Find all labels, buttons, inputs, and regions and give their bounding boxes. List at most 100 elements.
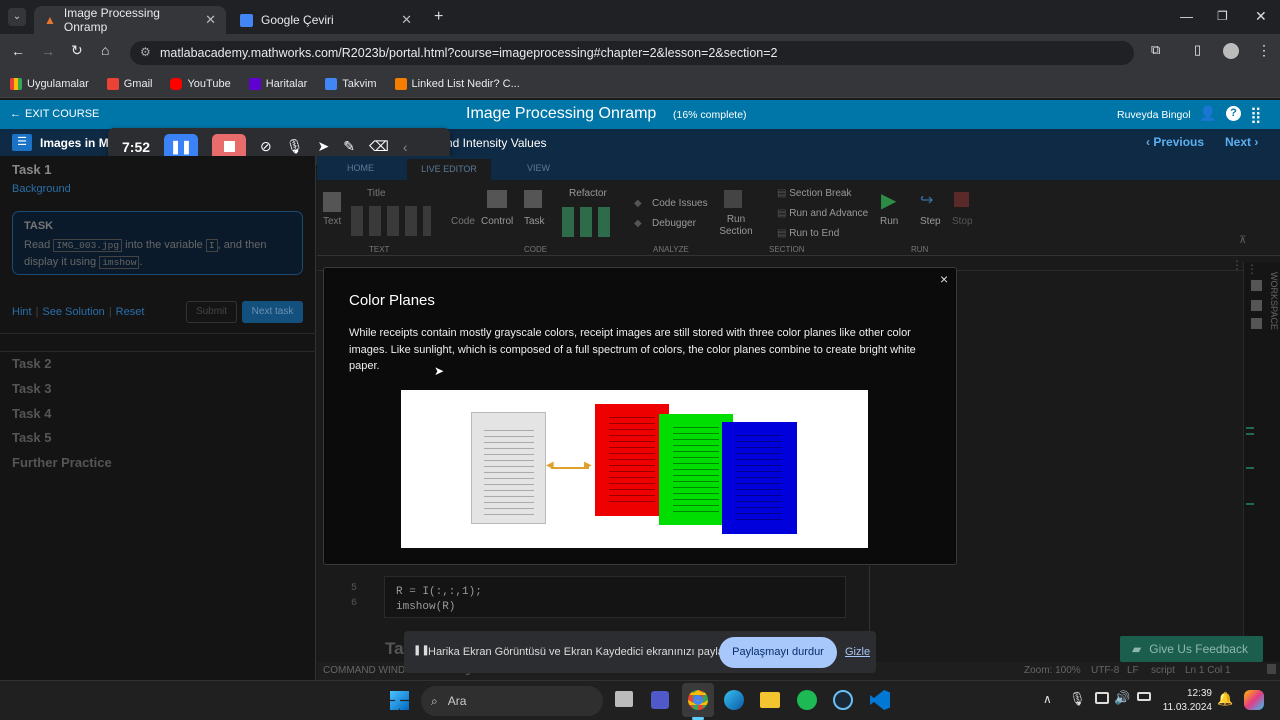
text-format-icons[interactable]	[351, 206, 431, 236]
microphone-icon[interactable]: 🎙	[286, 138, 304, 155]
close-tab-icon[interactable]: ✕	[205, 12, 216, 28]
next-link[interactable]: Next ›	[1225, 135, 1258, 149]
task-2-heading[interactable]: Task 2	[12, 356, 52, 371]
forward-icon[interactable]: →	[41, 43, 55, 59]
close-window-icon[interactable]: ✕	[1255, 8, 1267, 25]
apps-grid-icon[interactable]: ⣿	[1250, 105, 1262, 125]
clock[interactable]: 12:39 11.03.2024	[1160, 687, 1212, 715]
see-solution-link[interactable]: See Solution	[42, 306, 104, 318]
task-button[interactable]: Task	[524, 216, 545, 227]
previous-link[interactable]: ‹ Previous	[1146, 135, 1204, 149]
extensions-icon[interactable]: ⧉	[1151, 42, 1160, 58]
task-1-heading[interactable]: Task 1	[12, 162, 52, 177]
copilot-icon[interactable]	[1244, 690, 1264, 710]
hint-link[interactable]: Hint	[12, 306, 32, 318]
bookmark-maps[interactable]: Haritalar	[248, 77, 307, 90]
chrome-icon[interactable]	[688, 690, 708, 710]
text-button[interactable]: Text	[323, 216, 341, 227]
home-icon[interactable]: ⌂	[101, 42, 109, 58]
teams-icon[interactable]	[651, 691, 669, 709]
menu-icon[interactable]: ☰	[12, 134, 32, 151]
back-icon[interactable]: ←	[11, 43, 25, 59]
code-block[interactable]: R = I(:,:,1); imshow(R)	[384, 576, 846, 618]
tab-search-icon[interactable]: ⌄	[8, 8, 26, 26]
reload-icon[interactable]: ↻	[71, 42, 83, 59]
task-5-heading[interactable]: Task 5	[12, 430, 52, 445]
profile-avatar[interactable]	[1223, 43, 1239, 59]
tab-image-processing[interactable]: ▲ Image Processing Onramp ✕	[34, 6, 226, 34]
output-icon[interactable]	[1251, 318, 1262, 329]
cursor-icon[interactable]: ➤	[318, 138, 330, 155]
show-hidden-icons-icon[interactable]: ∧	[1043, 692, 1052, 706]
start-button-icon[interactable]	[390, 691, 409, 710]
bookmark-gmail[interactable]: Gmail	[106, 77, 152, 90]
notification-bell-icon[interactable]: 🔔	[1217, 691, 1233, 707]
spotify-icon[interactable]	[797, 690, 817, 710]
close-tab-icon[interactable]: ✕	[401, 12, 412, 28]
network-icon[interactable]	[1095, 692, 1109, 704]
control-button[interactable]: Control	[481, 216, 513, 227]
bookmark-youtube[interactable]: YouTube	[170, 77, 231, 90]
options-kebab-icon[interactable]: ⋮	[1246, 262, 1258, 276]
figures-icon[interactable]	[1251, 300, 1262, 311]
further-practice-heading[interactable]: Further Practice	[12, 455, 112, 470]
minimize-icon[interactable]: —	[1180, 9, 1193, 24]
reset-link[interactable]: Reset	[116, 306, 145, 318]
debugger-button[interactable]: Debugger	[652, 218, 696, 229]
hide-link[interactable]: Gizle	[845, 646, 870, 658]
new-tab-icon[interactable]: +	[434, 8, 443, 26]
submit-button[interactable]: Submit	[186, 301, 237, 323]
camera-off-icon[interactable]: ⊘	[260, 138, 272, 155]
help-icon[interactable]: ?	[1226, 106, 1241, 121]
outline-icon[interactable]	[1251, 280, 1262, 291]
workspace-tab[interactable]: WORKSPACE	[1269, 272, 1279, 330]
tab-google-translate[interactable]: Google Çeviri ✕	[230, 6, 422, 34]
file-explorer-icon[interactable]	[760, 692, 780, 708]
task-4-heading[interactable]: Task 4	[12, 406, 52, 421]
bookmark-apps[interactable]: Uygulamalar	[10, 77, 89, 90]
code-issues-button[interactable]: Code Issues	[652, 198, 708, 209]
pen-icon[interactable]: ✎	[343, 138, 355, 155]
refactor-icons[interactable]	[562, 207, 614, 237]
address-bar[interactable]: ⚙ matlabacademy.mathworks.com/R2023b/por…	[130, 41, 1134, 65]
taskbar-search[interactable]: ⌕ Ara	[421, 686, 603, 716]
run-section-button[interactable]: Run Section	[718, 214, 754, 238]
tab-home[interactable]: HOME	[347, 163, 374, 173]
microphone-tray-icon[interactable]: 🎙	[1069, 691, 1086, 707]
maximize-icon[interactable]: ❐	[1217, 9, 1228, 23]
volume-icon[interactable]: 🔊	[1114, 690, 1130, 706]
collapse-chevron-icon[interactable]: ‹	[403, 139, 408, 155]
eraser-icon[interactable]: ⌫	[369, 138, 389, 155]
tab-view[interactable]: VIEW	[527, 163, 550, 173]
feedback-button[interactable]: ▰ Give Us Feedback	[1120, 636, 1263, 662]
title-style-dropdown[interactable]: Title	[367, 188, 386, 199]
collapse-ribbon-icon[interactable]: ⊼	[1239, 235, 1246, 246]
site-info-icon[interactable]: ⚙	[140, 45, 151, 59]
steam-icon[interactable]	[833, 690, 853, 710]
exit-course-button[interactable]: ← EXIT COURSE	[10, 108, 99, 120]
menu-kebab-icon[interactable]: ⋮	[1257, 42, 1271, 59]
run-to-end-button[interactable]: ▤ Run to End	[777, 228, 839, 239]
bookmark-calendar[interactable]: Takvim	[325, 77, 377, 90]
close-dialog-icon[interactable]: ×	[940, 271, 948, 287]
edge-icon[interactable]	[724, 690, 744, 710]
task-view-icon[interactable]	[615, 691, 633, 707]
sidepanel-icon[interactable]: ▯	[1194, 42, 1201, 58]
stop-button[interactable]: Stop	[952, 216, 973, 227]
background-link[interactable]: Background	[12, 183, 71, 195]
task-3-heading[interactable]: Task 3	[12, 381, 52, 396]
stop-sharing-button[interactable]: Paylaşmayı durdur	[719, 637, 837, 668]
vscode-icon[interactable]	[870, 690, 890, 710]
refactor-dropdown[interactable]: Refactor	[569, 188, 607, 199]
section-break-button[interactable]: ▤ Section Break	[777, 188, 852, 199]
step-button[interactable]: Step	[920, 216, 941, 227]
resize-handle-icon[interactable]	[1267, 664, 1276, 674]
run-and-advance-button[interactable]: ▤ Run and Advance	[777, 208, 868, 219]
tab-live-editor[interactable]: LIVE EDITOR	[407, 159, 491, 180]
battery-icon[interactable]	[1137, 692, 1151, 701]
code-button[interactable]: Code	[451, 216, 475, 227]
run-button[interactable]: Run	[880, 216, 898, 227]
user-icon[interactable]: 👤	[1199, 105, 1216, 122]
editor-kebab-icon[interactable]: ⋮	[1231, 258, 1243, 272]
next-task-button[interactable]: Next task	[242, 301, 303, 323]
